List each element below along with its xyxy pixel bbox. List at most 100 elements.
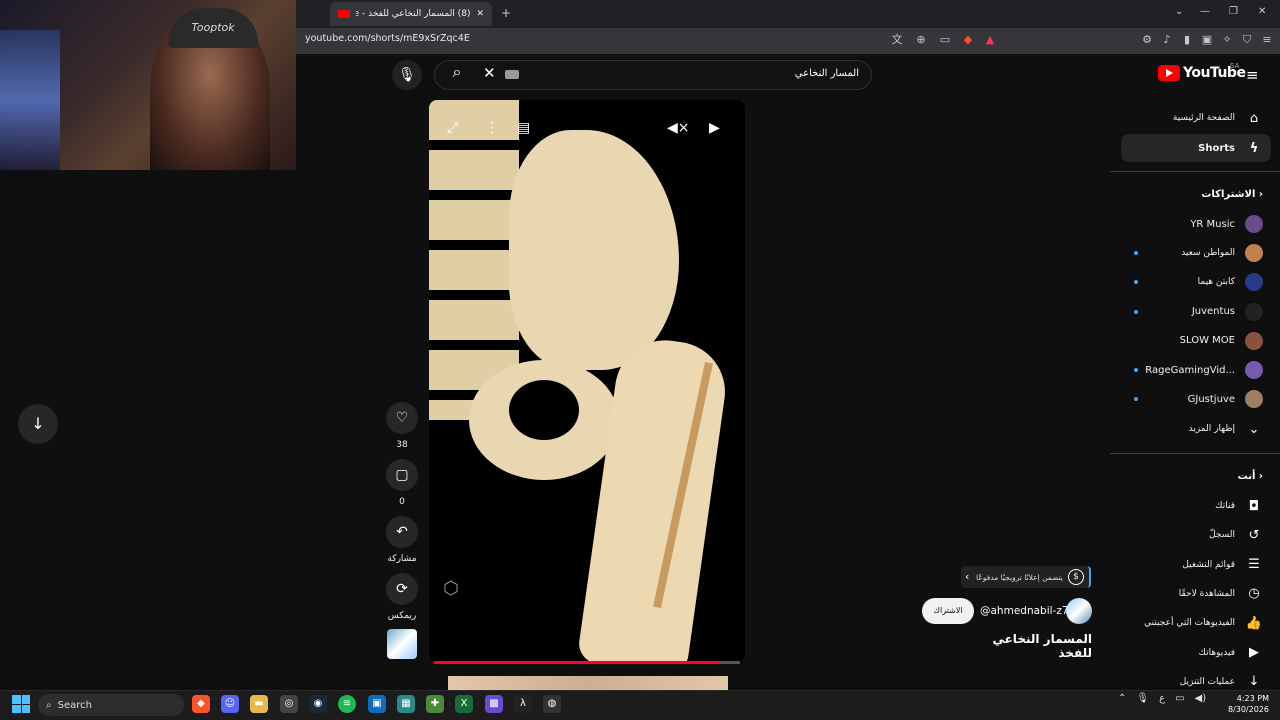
obs-icon[interactable]: ◍: [543, 695, 561, 713]
brave-shield-icon[interactable]: ◆: [961, 33, 975, 47]
play-icon[interactable]: ▶: [709, 120, 720, 136]
subscription-item[interactable]: Juventus: [1121, 298, 1271, 326]
close-window-icon[interactable]: ✕: [1258, 6, 1266, 17]
cast-icon[interactable]: ▭: [938, 33, 952, 47]
search-icon[interactable]: ⌕: [440, 62, 474, 88]
voice-search-icon[interactable]: 🎙: [392, 60, 422, 90]
sidebar-toggle-icon[interactable]: ▮: [1180, 33, 1194, 47]
subscribe-button[interactable]: الاشتراك: [922, 598, 974, 624]
sidebar-item-shorts[interactable]: Shorts ϟ: [1121, 134, 1271, 162]
steam-icon[interactable]: ◉: [309, 695, 327, 713]
sidebar-item-clock[interactable]: المشاهدة لاحقًا ◷: [1121, 580, 1271, 608]
shorts-video-player[interactable]: ⤢ ⋮ ▤ ◀× ▶ ⬡: [429, 100, 745, 662]
vpn-icon[interactable]: ⛉: [1240, 33, 1254, 47]
hamburger-menu-icon[interactable]: ≡: [1246, 66, 1259, 84]
microphone-icon[interactable]: 🎙: [1136, 693, 1149, 704]
you-header[interactable]: أنت ›: [1121, 471, 1263, 482]
taskbar-search[interactable]: ⌕ Search: [38, 694, 184, 716]
video-progress-bar[interactable]: [434, 661, 740, 664]
volume-icon[interactable]: ◀): [1195, 693, 1207, 704]
zoom-icon[interactable]: ⊕: [914, 33, 928, 47]
subscription-item[interactable]: SLOW MOE: [1121, 327, 1271, 355]
browser-tab[interactable]: (8) المسمار النخاعي للفخذ - YouTube ✕: [330, 2, 492, 26]
clear-search-icon[interactable]: ✕: [483, 64, 496, 82]
windows-start-icon[interactable]: [12, 695, 30, 713]
subscription-item[interactable]: GJustjuve: [1121, 385, 1271, 413]
next-short-preview[interactable]: [448, 676, 728, 690]
tray-overflow-icon[interactable]: ⌃: [1118, 693, 1126, 704]
discord-icon[interactable]: ☺: [221, 695, 239, 713]
subscription-item[interactable]: YR Music: [1121, 210, 1271, 238]
maximize-icon[interactable]: ❐: [1229, 6, 1238, 17]
channel-avatar[interactable]: [1066, 598, 1092, 624]
fullscreen-icon[interactable]: ⤢: [447, 120, 458, 136]
more-options-icon[interactable]: ⋮: [485, 120, 499, 136]
sound-avatar[interactable]: [387, 629, 417, 659]
media-icon[interactable]: ♪: [1160, 33, 1174, 47]
subscription-item[interactable]: RageGamingVid...: [1121, 356, 1271, 384]
channel-handle[interactable]: @ahmednabil-z7r: [980, 605, 1073, 617]
webcam-overlay: Tooptok: [0, 0, 296, 170]
new-tab-icon[interactable]: +: [501, 6, 511, 20]
keyboard-language[interactable]: ع: [1159, 693, 1165, 704]
sidebar-item-label: فيديوهاتك: [1198, 647, 1235, 658]
watermark-icon: ⬡: [443, 578, 459, 599]
store-icon[interactable]: ▣: [368, 695, 386, 713]
brave-browser-icon[interactable]: ◆: [192, 695, 210, 713]
mute-icon[interactable]: ◀×: [667, 120, 690, 136]
rewards-icon[interactable]: ▲: [983, 33, 997, 47]
subscription-name: RageGamingVid...: [1145, 364, 1235, 376]
extensions-icon[interactable]: ⚙: [1140, 33, 1154, 47]
clock-time: 4:23 PM: [1236, 694, 1269, 703]
sidebar-item-playlist[interactable]: قوائم التشغيل ☰: [1121, 551, 1271, 579]
browser-menu-icon[interactable]: ≡: [1260, 33, 1274, 47]
sidebar-item-user[interactable]: قناتك ◘: [1121, 492, 1271, 520]
app-green-icon[interactable]: ✚: [426, 695, 444, 713]
clock-date: 8/30/2026: [1227, 705, 1269, 714]
taskbar-clock[interactable]: 4:23 PM 8/30/2026: [1225, 693, 1269, 715]
tab-list-icon[interactable]: ⌄: [1175, 6, 1183, 17]
video-title[interactable]: المسمار النخاعي للفخذ: [980, 632, 1092, 660]
next-video-arrow-icon[interactable]: ↓: [18, 404, 58, 444]
captions-icon[interactable]: ▤: [517, 120, 530, 136]
subscriptions-header[interactable]: الاشتراكات ›: [1121, 189, 1263, 200]
subscription-item[interactable]: المواطن سعيد: [1121, 239, 1271, 267]
search-input[interactable]: المسار النخاعي: [795, 68, 859, 79]
video-frame-hip: [469, 360, 619, 480]
sidebar-item-label: الصفحة الرئيسية: [1172, 113, 1235, 123]
region-code: SA: [1230, 62, 1240, 70]
file-explorer-icon[interactable]: ▬: [250, 695, 268, 713]
leo-icon[interactable]: ✧: [1220, 33, 1234, 47]
search-box[interactable]: المسار النخاعي: [434, 60, 872, 90]
chrome-icon[interactable]: ◎: [280, 695, 298, 713]
comment-button[interactable]: ▢: [386, 459, 418, 491]
terminal-icon[interactable]: λ: [514, 695, 532, 713]
translate-icon[interactable]: 文: [890, 33, 904, 47]
like-button[interactable]: ♡: [386, 402, 418, 434]
show-more-button[interactable]: إظهار المزيد ⌄: [1121, 415, 1271, 443]
url-field[interactable]: youtube.com/shorts/mE9xSrZqc4E: [305, 33, 470, 44]
app-purple-icon[interactable]: ▩: [485, 695, 503, 713]
share-label: مشاركة: [387, 554, 417, 564]
sidebar-item-video[interactable]: فيديوهاتك ▶: [1121, 639, 1271, 667]
system-tray: ⌃ 🎙 ع ▭ ◀): [1118, 693, 1206, 704]
remix-button[interactable]: ⟳: [386, 573, 418, 605]
subscription-avatar: [1245, 273, 1263, 292]
tab-close-icon[interactable]: ✕: [476, 9, 484, 19]
sidebar-item-history[interactable]: السجلّ ↺: [1121, 521, 1271, 549]
share-button[interactable]: ↶: [386, 516, 418, 548]
minimize-icon[interactable]: —: [1200, 6, 1210, 17]
excel-icon[interactable]: X: [455, 695, 473, 713]
sidebar-item-home[interactable]: الصفحة الرئيسية ⌂: [1121, 104, 1271, 132]
wallet-icon[interactable]: ▣: [1200, 33, 1214, 47]
keyboard-icon[interactable]: [505, 70, 519, 79]
spotify-icon[interactable]: ≋: [338, 695, 356, 713]
sidebar-item-label: Shorts: [1198, 142, 1235, 154]
app-teal-icon[interactable]: ▦: [397, 695, 415, 713]
paid-promotion-text: يتضمن إعلانًا ترويجيًا مدفوعًا: [976, 572, 1063, 582]
remix-label: ريمكس: [387, 611, 417, 621]
subscription-name: كابتن هيما: [1197, 277, 1235, 288]
network-icon[interactable]: ▭: [1175, 693, 1184, 704]
subscription-item[interactable]: كابتن هيما: [1121, 268, 1271, 296]
sidebar-item-like[interactable]: الفيديوهات التي أعجبتني 👍: [1121, 609, 1271, 637]
